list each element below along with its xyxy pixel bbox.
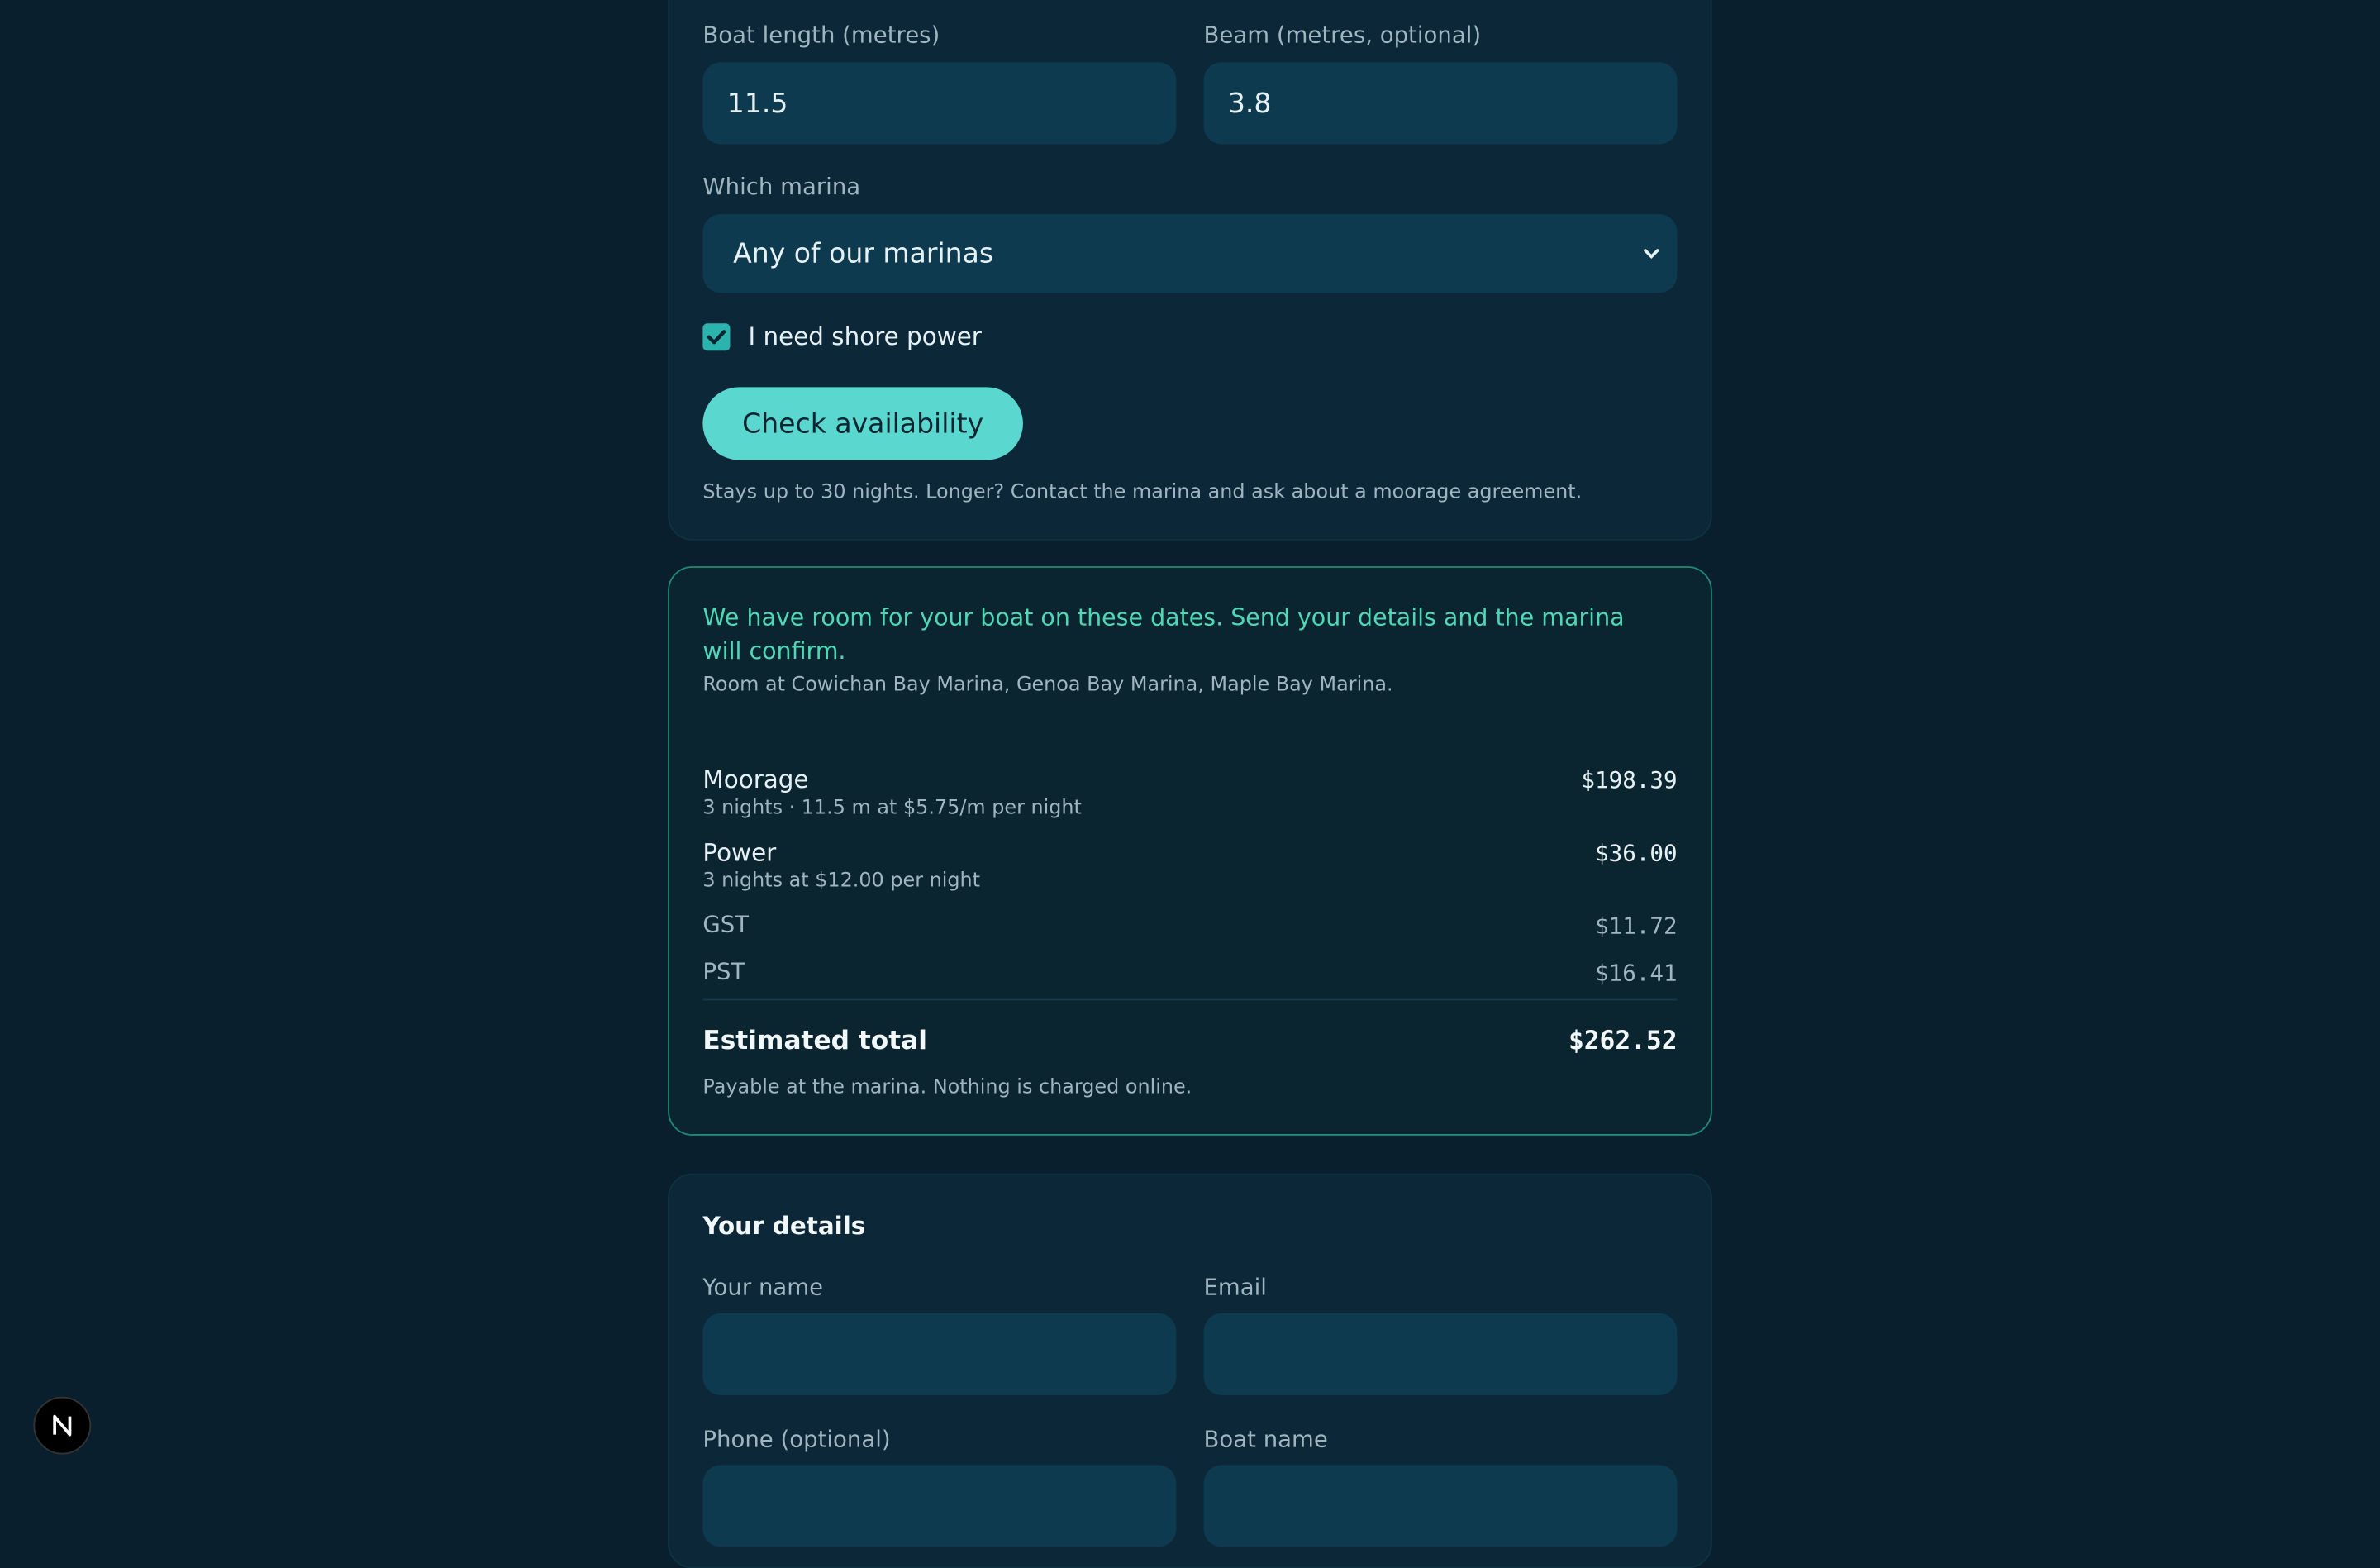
- boat-name-input[interactable]: [1203, 1465, 1678, 1547]
- boat-name-label: Boat name: [1203, 1425, 1328, 1453]
- checkmark-icon: [707, 329, 726, 344]
- your-name-input[interactable]: [702, 1313, 1177, 1395]
- total-divider: [702, 998, 1678, 1001]
- phone-label: Phone (optional): [702, 1425, 891, 1453]
- gst-label: GST: [702, 911, 750, 939]
- phone-input[interactable]: [702, 1465, 1177, 1547]
- marina-label: Which marina: [702, 173, 861, 201]
- moorage-amount: $198.39: [1581, 766, 1678, 794]
- check-availability-button[interactable]: Check availability: [702, 387, 1023, 460]
- shore-power-label: I need shore power: [748, 322, 982, 351]
- availability-headline: We have room for your boat on these date…: [702, 604, 1625, 665]
- stay-note: Stays up to 30 nights. Longer? Contact t…: [702, 481, 1583, 504]
- pst-label: PST: [702, 957, 745, 986]
- n-logo-icon: [53, 1414, 72, 1437]
- email-label: Email: [1203, 1273, 1267, 1302]
- your-details-title: Your details: [702, 1211, 866, 1241]
- marina-select[interactable]: Any of our marinas: [702, 213, 1678, 293]
- estimated-total-label: Estimated total: [702, 1026, 927, 1057]
- estimated-total-amount: $262.52: [1568, 1026, 1678, 1057]
- power-detail: 3 nights at $12.00 per night: [702, 870, 981, 893]
- boat-length-input[interactable]: 11.5: [702, 62, 1177, 145]
- moorage-label: Moorage: [702, 765, 809, 794]
- shore-power-row[interactable]: I need shore power: [702, 322, 982, 351]
- booking-form-card: Boat length (metres) 11.5 Beam (metres, …: [668, 0, 1712, 541]
- page: Boat length (metres) 11.5 Beam (metres, …: [0, 0, 2380, 1568]
- power-label: Power: [702, 837, 777, 867]
- marina-selected-value: Any of our marinas: [733, 237, 994, 270]
- gst-amount: $11.72: [1595, 912, 1678, 940]
- your-details-card: Your details Your name Email Phone (opti…: [668, 1173, 1712, 1568]
- beam-label: Beam (metres, optional): [1203, 21, 1482, 49]
- room-at-marinas: Room at Cowichan Bay Marina, Genoa Bay M…: [702, 674, 1393, 698]
- shore-power-checkbox[interactable]: [702, 322, 731, 350]
- moorage-detail: 3 nights · 11.5 m at $5.75/m per night: [702, 797, 1082, 820]
- nextjs-dev-badge[interactable]: [33, 1396, 92, 1455]
- availability-result-card: We have room for your boat on these date…: [668, 566, 1712, 1136]
- boat-length-label: Boat length (metres): [702, 21, 940, 49]
- beam-input[interactable]: 3.8: [1203, 62, 1678, 145]
- chevron-down-icon: [1644, 249, 1659, 259]
- your-name-label: Your name: [702, 1273, 824, 1302]
- payment-note: Payable at the marina. Nothing is charge…: [702, 1076, 1192, 1099]
- pst-amount: $16.41: [1595, 959, 1678, 987]
- power-amount: $36.00: [1595, 839, 1678, 867]
- email-input[interactable]: [1203, 1313, 1678, 1395]
